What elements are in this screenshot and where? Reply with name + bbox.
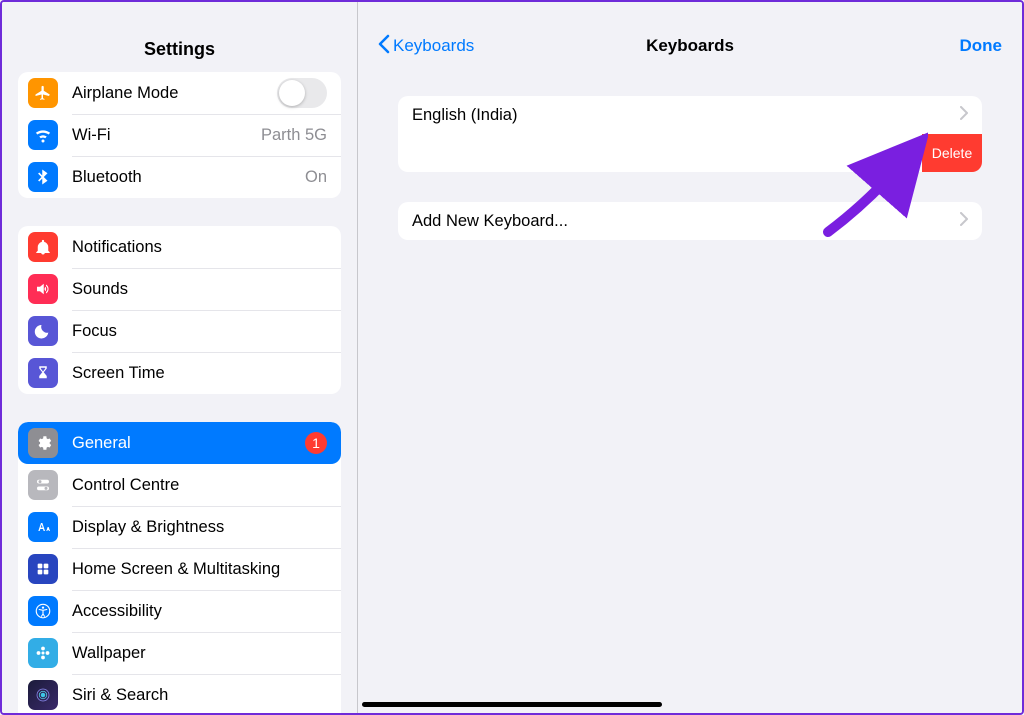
chevron-right-icon bbox=[960, 212, 968, 231]
gear-icon bbox=[28, 428, 58, 458]
keyboards-list: English (India) Delete bbox=[398, 96, 982, 172]
sidebar-item-label: Screen Time bbox=[72, 364, 327, 383]
sidebar-scroll[interactable]: Airplane Mode Wi-Fi Parth 5G bbox=[2, 72, 357, 713]
accessibility-icon bbox=[28, 596, 58, 626]
speaker-icon bbox=[28, 274, 58, 304]
home-indicator[interactable] bbox=[362, 702, 662, 707]
add-keyboard-group: Add New Keyboard... bbox=[398, 202, 982, 240]
sidebar-item-label: Home Screen & Multitasking bbox=[72, 560, 327, 579]
siri-icon bbox=[28, 680, 58, 710]
sidebar-item-label: Sounds bbox=[72, 280, 327, 299]
sidebar-item-home-screen[interactable]: Home Screen & Multitasking bbox=[18, 548, 341, 590]
sidebar-item-focus[interactable]: Focus bbox=[18, 310, 341, 352]
sidebar-item-airplane-mode[interactable]: Airplane Mode bbox=[18, 72, 341, 114]
add-new-keyboard-row[interactable]: Add New Keyboard... bbox=[398, 202, 982, 240]
sidebar-item-general[interactable]: General 1 bbox=[18, 422, 341, 464]
sidebar-item-screen-time[interactable]: Screen Time bbox=[18, 352, 341, 394]
settings-group-attention: Notifications Sounds Focus bbox=[18, 226, 341, 394]
sidebar-item-accessibility[interactable]: Accessibility bbox=[18, 590, 341, 632]
text-size-icon bbox=[28, 512, 58, 542]
settings-sidebar: Settings Airplane Mode bbox=[2, 2, 358, 713]
moon-icon bbox=[28, 316, 58, 346]
toggles-icon bbox=[28, 470, 58, 500]
main-panel: Keyboards Keyboards Done English (India) bbox=[358, 2, 1022, 713]
grid-icon bbox=[28, 554, 58, 584]
page-title: Settings bbox=[144, 39, 215, 60]
sidebar-item-label: Wi-Fi bbox=[72, 126, 261, 145]
sidebar-item-label: Control Centre bbox=[72, 476, 327, 495]
wifi-value: Parth 5G bbox=[261, 126, 327, 145]
settings-group-network: Airplane Mode Wi-Fi Parth 5G bbox=[18, 72, 341, 198]
airplane-toggle[interactable] bbox=[277, 78, 327, 108]
hourglass-icon bbox=[28, 358, 58, 388]
wifi-icon bbox=[28, 120, 58, 150]
notification-badge: 1 bbox=[305, 432, 327, 454]
sidebar-item-label: Bluetooth bbox=[72, 168, 305, 187]
sidebar-item-label: Notifications bbox=[72, 238, 327, 257]
main-title: Keyboards bbox=[646, 36, 734, 56]
sidebar-item-bluetooth[interactable]: Bluetooth On bbox=[18, 156, 341, 198]
delete-button[interactable]: Delete bbox=[922, 134, 982, 172]
back-label: Keyboards bbox=[393, 36, 474, 56]
chevron-right-icon bbox=[960, 106, 968, 125]
flower-icon bbox=[28, 638, 58, 668]
sidebar-item-label: Display & Brightness bbox=[72, 518, 327, 537]
sidebar-item-label: Siri & Search bbox=[72, 686, 327, 705]
sidebar-item-label: General bbox=[72, 434, 305, 453]
sidebar-item-label: Wallpaper bbox=[72, 644, 327, 663]
sidebar-item-wallpaper[interactable]: Wallpaper bbox=[18, 632, 341, 674]
bell-icon bbox=[28, 232, 58, 262]
row-label: Add New Keyboard... bbox=[412, 212, 960, 231]
keyboard-row-swiped[interactable]: Delete bbox=[398, 134, 982, 172]
sidebar-item-label: Accessibility bbox=[72, 602, 327, 621]
sidebar-item-siri-search[interactable]: Siri & Search bbox=[18, 674, 341, 713]
done-button[interactable]: Done bbox=[960, 36, 1003, 56]
sidebar-item-label: Focus bbox=[72, 322, 327, 341]
main-header: Keyboards Keyboards Done bbox=[358, 24, 1022, 68]
sidebar-item-label: Airplane Mode bbox=[72, 84, 277, 103]
airplane-icon bbox=[28, 78, 58, 108]
row-label: English (India) bbox=[412, 106, 960, 125]
sidebar-item-control-centre[interactable]: Control Centre bbox=[18, 464, 341, 506]
keyboard-row-english-india[interactable]: English (India) bbox=[398, 96, 982, 134]
bluetooth-icon bbox=[28, 162, 58, 192]
sidebar-item-notifications[interactable]: Notifications bbox=[18, 226, 341, 268]
sidebar-item-wifi[interactable]: Wi-Fi Parth 5G bbox=[18, 114, 341, 156]
chevron-left-icon bbox=[378, 34, 390, 59]
bluetooth-value: On bbox=[305, 168, 327, 187]
settings-group-general: General 1 Control Centre Display & Bri bbox=[18, 422, 341, 713]
back-button[interactable]: Keyboards bbox=[378, 34, 474, 59]
sidebar-item-sounds[interactable]: Sounds bbox=[18, 268, 341, 310]
sidebar-item-display-brightness[interactable]: Display & Brightness bbox=[18, 506, 341, 548]
sidebar-header: Settings bbox=[2, 2, 357, 72]
